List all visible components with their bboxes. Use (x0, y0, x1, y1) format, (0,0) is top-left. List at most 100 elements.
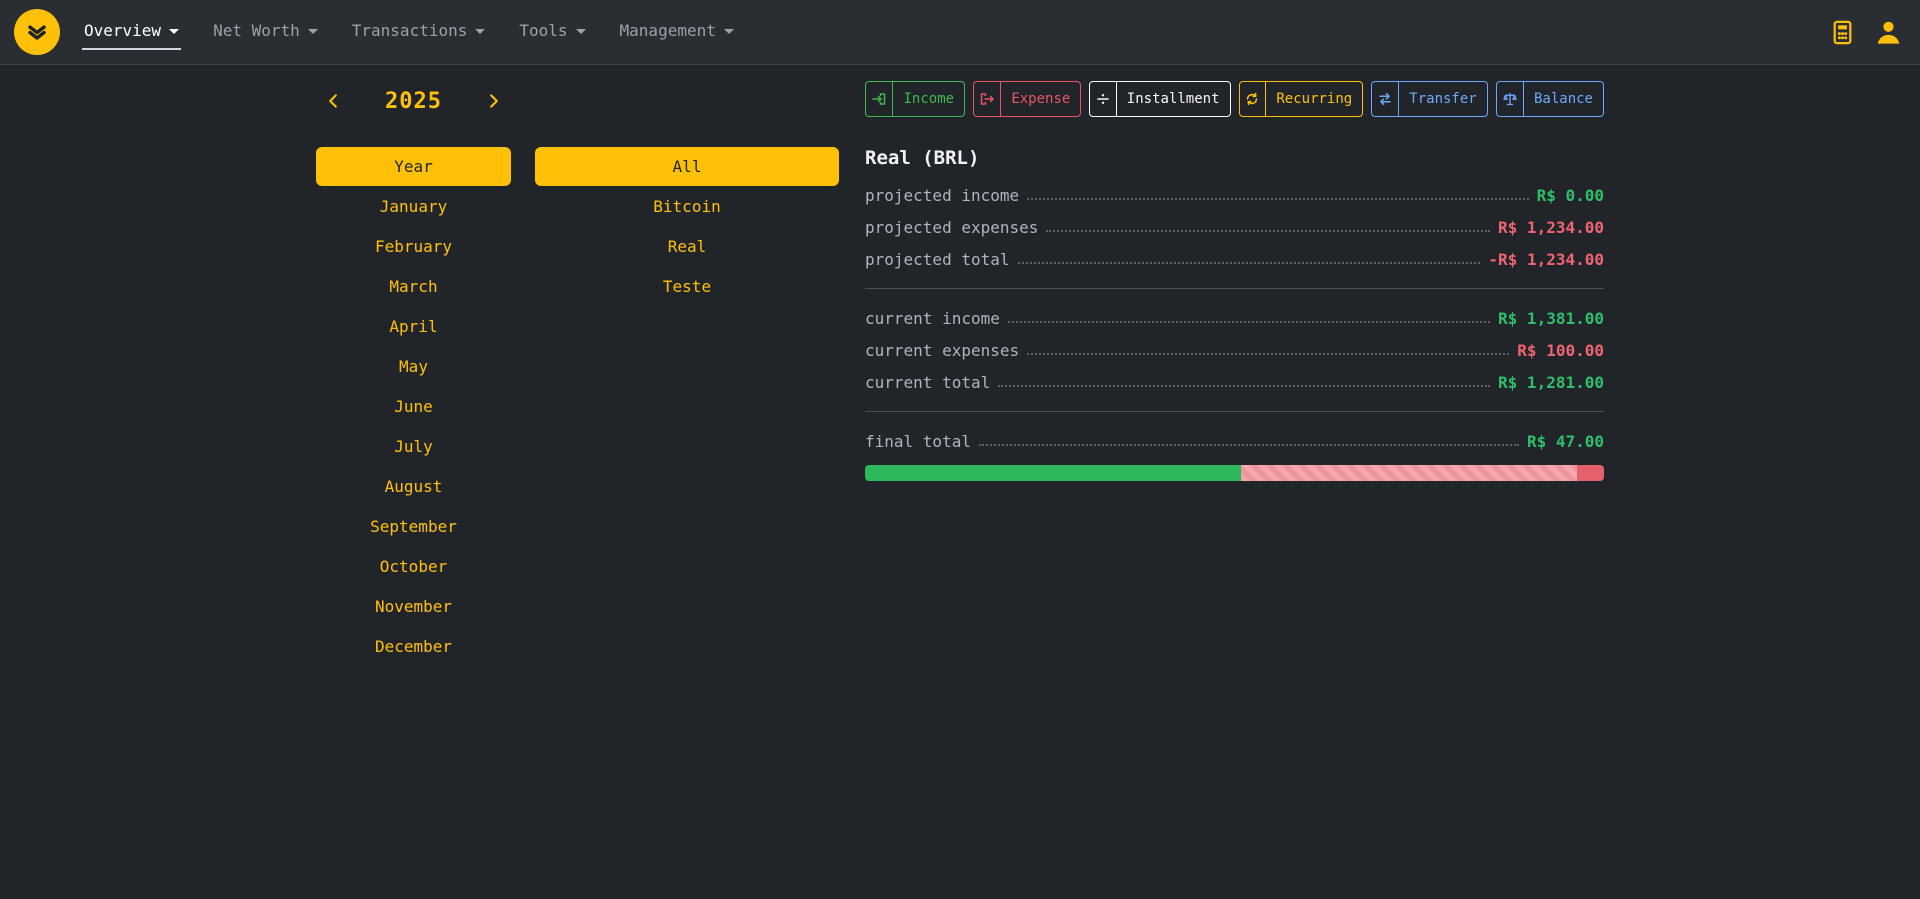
period-column: 2025 Year January February March April M… (316, 81, 511, 666)
recurring-button-label: Recurring (1266, 82, 1362, 116)
all-accounts-button[interactable]: All (535, 147, 839, 186)
user-icon[interactable] (1875, 19, 1902, 46)
row-label: final total (865, 432, 971, 451)
app-logo[interactable] (14, 9, 60, 55)
progress-segment-current-income (865, 465, 1241, 481)
row-label: projected expenses (865, 218, 1038, 237)
dotted-leader (1027, 198, 1528, 200)
row-label: projected income (865, 186, 1019, 205)
month-item-february[interactable]: February (316, 226, 511, 266)
summary-row-current-income: current income R$ 1,381.00 (865, 302, 1604, 334)
scales-icon (1497, 82, 1524, 116)
divider (865, 411, 1604, 412)
row-label: projected total (865, 250, 1010, 269)
prev-year-button[interactable] (320, 88, 346, 114)
nav-item-label: Transactions (352, 21, 468, 40)
transfer-button[interactable]: Transfer (1371, 81, 1488, 117)
box-arrow-out-icon (974, 82, 1001, 116)
summary-column: Income Expense Installment (865, 81, 1604, 481)
divider (865, 288, 1604, 289)
month-item-june[interactable]: June (316, 386, 511, 426)
account-item-bitcoin[interactable]: Bitcoin (535, 186, 839, 226)
transfer-arrows-icon (1372, 82, 1399, 116)
month-item-october[interactable]: October (316, 546, 511, 586)
nav-item-label: Net Worth (213, 21, 300, 40)
month-item-august[interactable]: August (316, 466, 511, 506)
nav-item-tools[interactable]: Tools (517, 15, 587, 50)
double-chevron-logo-icon (24, 19, 50, 45)
month-item-december[interactable]: December (316, 626, 511, 666)
summary-row-projected-total: projected total -R$ 1,234.00 (865, 243, 1604, 275)
summary-row-final-total: final total R$ 47.00 (865, 425, 1604, 457)
month-item-july[interactable]: July (316, 426, 511, 466)
balance-button[interactable]: Balance (1496, 81, 1604, 117)
accounts-column: All Bitcoin Real Teste (535, 81, 839, 306)
row-value: R$ 1,381.00 (1498, 309, 1604, 328)
expense-button-label: Expense (1001, 82, 1080, 116)
dotted-leader (1046, 230, 1490, 232)
main-content: 2025 Year January February March April M… (0, 65, 1920, 666)
nav-item-label: Management (620, 21, 716, 40)
month-item-january[interactable]: January (316, 186, 511, 226)
recurring-button[interactable]: Recurring (1239, 81, 1364, 117)
month-item-september[interactable]: September (316, 506, 511, 546)
month-item-april[interactable]: April (316, 306, 511, 346)
projected-group: projected income R$ 0.00 projected expen… (865, 179, 1604, 275)
division-icon (1090, 82, 1116, 116)
next-year-button[interactable] (481, 88, 507, 114)
transfer-button-label: Transfer (1399, 82, 1486, 116)
navbar-right-icons (1830, 19, 1902, 46)
installment-button[interactable]: Installment (1089, 81, 1230, 117)
nav-item-overview[interactable]: Overview (82, 15, 181, 50)
nav-item-transactions[interactable]: Transactions (350, 15, 488, 50)
box-arrow-in-icon (866, 82, 893, 116)
progress-segment-projected-expenses (1241, 465, 1577, 481)
row-label: current expenses (865, 341, 1019, 360)
month-list: January February March April May June Ju… (316, 186, 511, 666)
summary-row-projected-expenses: projected expenses R$ 1,234.00 (865, 211, 1604, 243)
year-button[interactable]: Year (316, 147, 511, 186)
chevron-left-icon (324, 92, 342, 110)
current-group: current income R$ 1,381.00 current expen… (865, 302, 1604, 398)
caret-down-icon (308, 29, 318, 34)
top-navbar: Overview Net Worth Transactions Tools Ma… (0, 0, 1920, 65)
final-group: final total R$ 47.00 (865, 425, 1604, 457)
budget-progress-bar (865, 465, 1604, 481)
account-item-real[interactable]: Real (535, 226, 839, 266)
transaction-actions: Income Expense Installment (865, 81, 1604, 117)
month-item-march[interactable]: March (316, 266, 511, 306)
caret-down-icon (169, 29, 179, 34)
dotted-leader (1018, 262, 1481, 264)
row-value: R$ 100.00 (1517, 341, 1604, 360)
expense-button[interactable]: Expense (973, 81, 1081, 117)
row-value: R$ 1,281.00 (1498, 373, 1604, 392)
nav-item-label: Tools (519, 21, 567, 40)
dotted-leader (998, 385, 1490, 387)
income-button-label: Income (893, 82, 964, 116)
row-value: -R$ 1,234.00 (1488, 250, 1604, 269)
dotted-leader (1027, 353, 1509, 355)
month-item-november[interactable]: November (316, 586, 511, 626)
account-item-teste[interactable]: Teste (535, 266, 839, 306)
caret-down-icon (475, 29, 485, 34)
nav-item-management[interactable]: Management (618, 15, 736, 50)
row-value: R$ 1,234.00 (1498, 218, 1604, 237)
main-nav: Overview Net Worth Transactions Tools Ma… (82, 0, 736, 64)
dotted-leader (1008, 321, 1490, 323)
chevron-right-icon (485, 92, 503, 110)
nav-item-net-worth[interactable]: Net Worth (211, 15, 320, 50)
year-label: 2025 (385, 89, 442, 114)
summary-title: Real (BRL) (865, 145, 1604, 171)
caret-down-icon (724, 29, 734, 34)
row-label: current total (865, 373, 990, 392)
calculator-icon[interactable] (1830, 20, 1855, 45)
month-item-may[interactable]: May (316, 346, 511, 386)
installment-button-label: Installment (1117, 82, 1230, 116)
income-button[interactable]: Income (865, 81, 965, 117)
progress-segment-current-expenses (1577, 465, 1604, 481)
row-label: current income (865, 309, 1000, 328)
row-value: R$ 0.00 (1537, 186, 1604, 205)
summary-row-projected-income: projected income R$ 0.00 (865, 179, 1604, 211)
summary-row-current-expenses: current expenses R$ 100.00 (865, 334, 1604, 366)
row-value: R$ 47.00 (1527, 432, 1604, 451)
